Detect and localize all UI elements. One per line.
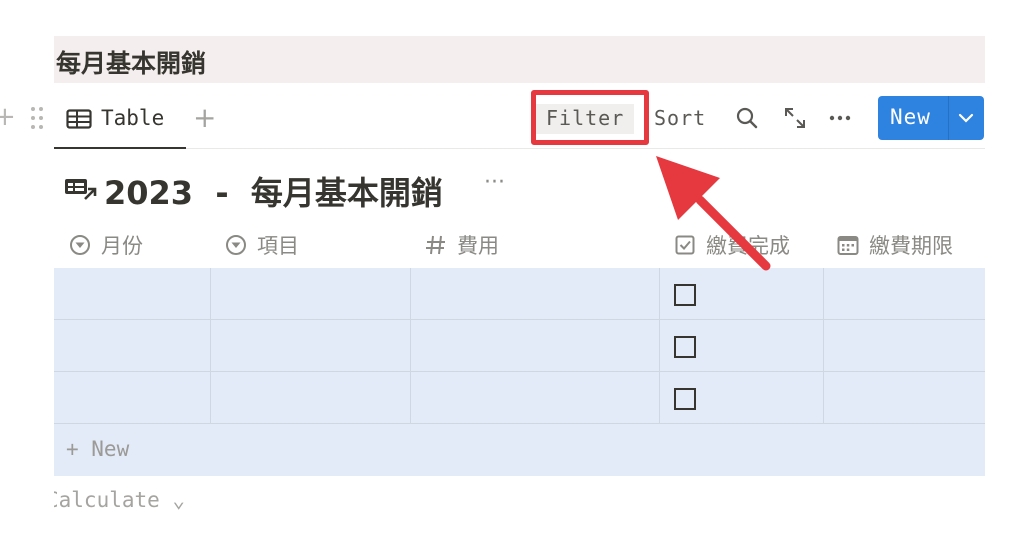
- select-icon: [70, 235, 90, 255]
- sort-button[interactable]: Sort: [654, 106, 706, 130]
- table-body: + New: [54, 268, 985, 476]
- column-header-month[interactable]: 月份: [68, 222, 143, 268]
- table-icon: [66, 109, 92, 129]
- paid-checkbox[interactable]: [674, 388, 696, 410]
- database-title-row: 2023 - 每月基本開銷 ···: [54, 166, 654, 214]
- column-header-label: 繳費期限: [869, 234, 953, 258]
- calculate-button[interactable]: Calculate ⌄: [54, 486, 214, 516]
- filter-highlight-box: [531, 90, 649, 145]
- add-row-label: + New: [66, 437, 130, 461]
- add-row-button[interactable]: + New: [54, 425, 985, 476]
- column-divider: [410, 268, 411, 424]
- drag-handle-icon[interactable]: [30, 106, 44, 130]
- number-icon: [426, 235, 445, 255]
- table-row[interactable]: [54, 372, 985, 424]
- annotation-arrow-icon: [656, 156, 771, 271]
- search-icon[interactable]: [734, 105, 760, 131]
- column-header-label: 費用: [457, 234, 499, 258]
- table-header-row: 月份 項目 費用 繳費完成 繳費期限: [54, 222, 985, 268]
- calendar-icon: [837, 236, 859, 255]
- database-toolbar: Table + Filter Sort New: [54, 92, 985, 149]
- paid-checkbox[interactable]: [674, 336, 696, 358]
- new-button-divider: [948, 96, 949, 140]
- column-divider: [823, 268, 824, 424]
- linked-database-icon: [65, 179, 97, 200]
- column-divider: [210, 268, 211, 424]
- more-icon[interactable]: [827, 105, 853, 131]
- select-icon: [226, 235, 246, 255]
- new-button[interactable]: New: [878, 96, 984, 140]
- column-header-label: 月份: [101, 234, 143, 258]
- tab-table-label: Table: [101, 106, 165, 130]
- column-header-cost[interactable]: 費用: [424, 222, 499, 268]
- table-row[interactable]: [54, 320, 985, 372]
- column-header-deadline[interactable]: 繳費期限: [836, 222, 953, 268]
- column-divider: [659, 268, 660, 424]
- new-button-label: New: [890, 105, 931, 129]
- database-more-icon[interactable]: ···: [484, 170, 505, 195]
- database-title[interactable]: 2023 - 每月基本開銷: [104, 168, 443, 214]
- table-row[interactable]: [54, 268, 985, 320]
- page-heading-block[interactable]: 每月基本開銷: [54, 36, 985, 83]
- expand-icon[interactable]: [782, 105, 808, 131]
- add-block-icon[interactable]: +: [0, 104, 16, 130]
- calculate-label: Calculate ⌄: [54, 488, 186, 512]
- paid-checkbox[interactable]: [674, 284, 696, 306]
- page-heading: 每月基本開銷: [56, 49, 207, 78]
- column-header-label: 項目: [257, 234, 299, 258]
- chevron-down-icon[interactable]: [956, 108, 976, 128]
- add-view-button[interactable]: +: [193, 101, 216, 135]
- column-header-item[interactable]: 項目: [224, 222, 299, 268]
- tab-table[interactable]: Table: [54, 92, 186, 149]
